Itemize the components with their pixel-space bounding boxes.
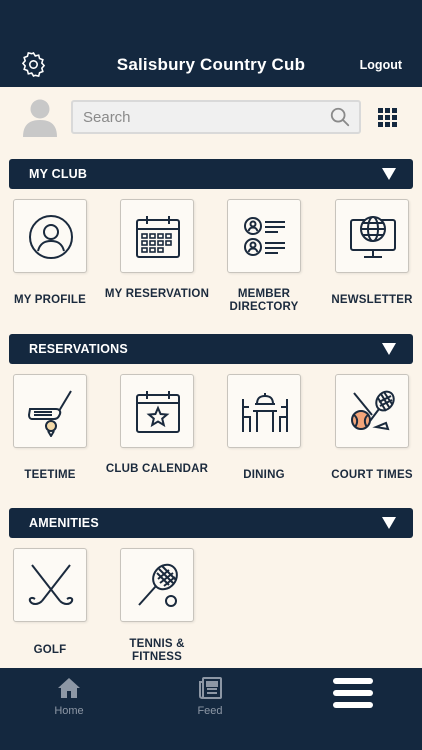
collapse-arrow-icon (382, 517, 396, 529)
hamburger-menu-icon (333, 678, 373, 708)
collapse-arrow-icon (382, 343, 396, 355)
golf-teetime-icon (27, 390, 72, 437)
dining-icon (242, 393, 288, 432)
profile-icon (29, 215, 73, 259)
section-title: RESERVATIONS (29, 342, 128, 356)
tile-label-dining: DINING (243, 469, 285, 481)
dining-tile[interactable] (227, 374, 301, 448)
tile-label-court-times: COURT TIMES (331, 469, 413, 481)
calendar-icon (136, 216, 180, 258)
tab-home[interactable]: Home (9, 668, 129, 750)
tab-menu[interactable] (293, 668, 413, 750)
search-row (0, 87, 422, 149)
teetime-tile[interactable] (13, 374, 87, 448)
avatar-icon[interactable] (22, 97, 58, 137)
logout-button[interactable]: Logout (360, 58, 402, 72)
section-header-amenities[interactable]: AMENITIES (9, 508, 413, 538)
court-sports-icon (351, 390, 395, 431)
section-header-my-club[interactable]: MY CLUB (9, 159, 413, 189)
globe-monitor-icon (350, 216, 396, 258)
golf-tile[interactable] (13, 548, 87, 622)
calendar-star-icon (136, 391, 180, 433)
tennis-fitness-tile[interactable] (120, 548, 194, 622)
member-directory-tile[interactable] (227, 199, 301, 273)
newsletter-tile[interactable] (335, 199, 409, 273)
tile-label-my-profile: MY PROFILE (13, 294, 87, 306)
tennis-icon (138, 563, 178, 607)
directory-icon (244, 217, 285, 256)
court-times-tile[interactable] (335, 374, 409, 448)
search-input[interactable] (73, 102, 313, 132)
tile-label-teetime: TEETIME (24, 469, 76, 481)
club-calendar-tile[interactable] (120, 374, 194, 448)
grid-menu-icon[interactable] (378, 108, 397, 127)
search-bar (71, 100, 361, 134)
section-header-reservations[interactable]: RESERVATIONS (9, 334, 413, 364)
tab-feed-label: Feed (197, 705, 223, 717)
my-profile-tile[interactable] (13, 199, 87, 273)
tile-label-my-reservation: MY RESERVATION (104, 288, 210, 300)
search-icon[interactable] (329, 106, 351, 128)
tile-label-member-directory: MEMBER DIRECTORY (229, 288, 299, 313)
tab-feed[interactable]: Feed (150, 668, 270, 750)
bottom-tab-bar: Home Feed (0, 668, 422, 750)
newspaper-icon (199, 677, 222, 699)
tile-label-tennis-fitness: TENNIS & FITNESS (129, 638, 185, 663)
tab-home-label: Home (54, 705, 84, 717)
tile-label-newsletter: NEWSLETTER (331, 294, 413, 306)
section-title: MY CLUB (29, 167, 88, 181)
golf-clubs-icon (28, 564, 74, 605)
section-title: AMENITIES (29, 516, 99, 530)
home-icon (58, 678, 80, 698)
tile-label-club-calendar: CLUB CALENDAR (105, 463, 209, 475)
collapse-arrow-icon (382, 168, 396, 180)
my-reservation-tile[interactable] (120, 199, 194, 273)
tile-label-golf: GOLF (33, 644, 67, 656)
app-header: Salisbury Country Cub Logout (0, 0, 422, 87)
